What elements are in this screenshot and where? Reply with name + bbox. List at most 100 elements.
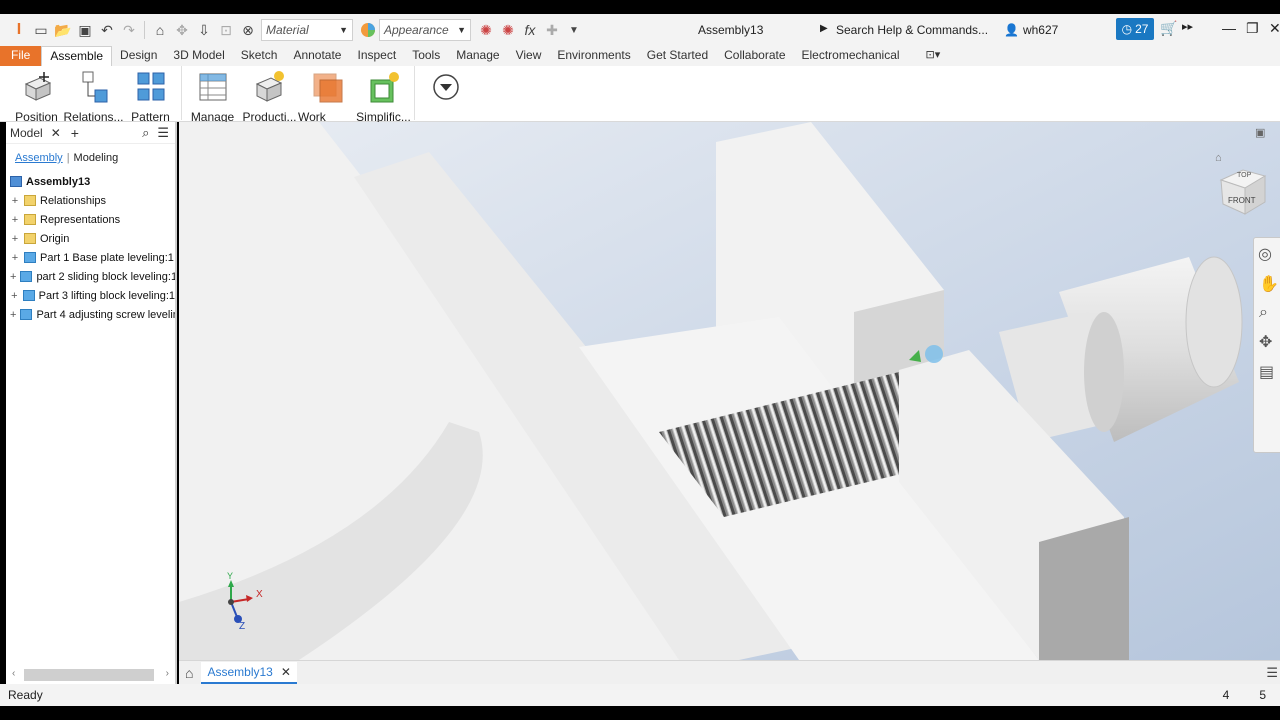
ribbon-panel: Position Relations... Pattern Manage Pro… bbox=[0, 66, 1280, 138]
steering-wheel-icon[interactable]: ◎ bbox=[1258, 244, 1280, 264]
material-dropdown[interactable]: Material ▼ bbox=[261, 19, 353, 41]
close-icon[interactable]: ✕ bbox=[1269, 20, 1280, 37]
minimize-icon[interactable]: — bbox=[1222, 20, 1236, 36]
add-icon[interactable]: + bbox=[71, 125, 79, 141]
viewcube-top-label[interactable]: TOP bbox=[1237, 172, 1251, 179]
notification-count: 27 bbox=[1135, 22, 1149, 36]
mode-modeling[interactable]: Modeling bbox=[74, 152, 119, 164]
appearance-dropdown[interactable]: Appearance ▼ bbox=[379, 19, 471, 41]
tab-file[interactable]: File bbox=[0, 46, 42, 66]
customize-icon[interactable]: ▼ bbox=[563, 19, 585, 41]
browser-title[interactable]: Model bbox=[10, 126, 43, 140]
horizontal-scrollbar[interactable]: ‹ › bbox=[6, 662, 175, 684]
expand-icon[interactable]: + bbox=[10, 252, 20, 264]
tree-item-part-3[interactable]: + Part 3 lifting block leveling:1 bbox=[6, 286, 175, 305]
parameters-icon[interactable]: fx bbox=[519, 19, 541, 41]
front-block-side bbox=[1039, 517, 1129, 660]
home-icon[interactable]: ⌂ bbox=[149, 19, 171, 41]
menu-icon[interactable]: ☰ bbox=[1266, 665, 1278, 681]
axis-triad: Y X Z bbox=[219, 571, 269, 637]
undo-icon[interactable]: ↶ bbox=[96, 19, 118, 41]
notifications-badge[interactable]: ◷ 27 bbox=[1116, 18, 1154, 40]
add-icon[interactable]: ✚ bbox=[541, 19, 563, 41]
restore-icon[interactable]: ❐ bbox=[1246, 20, 1259, 37]
pan-icon[interactable]: ✋ bbox=[1259, 274, 1280, 294]
mode-assembly[interactable]: Assembly bbox=[15, 152, 63, 164]
simplification-button[interactable]: Simplific... bbox=[355, 66, 412, 124]
highlight-shape bbox=[925, 345, 943, 363]
user-account[interactable]: 👤 wh627 ▼ bbox=[1004, 19, 1129, 41]
menu-icon[interactable]: ☰ bbox=[157, 125, 169, 141]
expand-icon[interactable]: + bbox=[10, 233, 20, 245]
tab-design[interactable]: Design bbox=[112, 46, 165, 66]
tree-root[interactable]: Assembly13 bbox=[6, 172, 175, 191]
cart-icon[interactable]: 🛒 bbox=[1160, 20, 1177, 37]
tab-annotate[interactable]: Annotate bbox=[285, 46, 349, 66]
appearance-icon[interactable] bbox=[357, 19, 379, 41]
search-input[interactable]: Search Help & Commands... bbox=[836, 19, 998, 41]
tree-item-part-1[interactable]: + Part 1 Base plate leveling:1 bbox=[6, 248, 175, 267]
lock-icon[interactable]: ⊡ bbox=[215, 19, 237, 41]
tab-tools[interactable]: Tools bbox=[404, 46, 448, 66]
scroll-left-icon[interactable]: ‹ bbox=[12, 668, 15, 679]
tab-3d-model[interactable]: 3D Model bbox=[165, 46, 232, 66]
tree-item-label: Representations bbox=[40, 213, 121, 226]
update-icon[interactable]: ⇩ bbox=[193, 19, 215, 41]
tree-item-part-4[interactable]: + Part 4 adjusting screw leveling:1 bbox=[6, 305, 175, 324]
search-icon[interactable]: ⌕ bbox=[142, 125, 149, 141]
home-icon[interactable]: ⌂ bbox=[185, 665, 193, 681]
adjust-appearance-icon[interactable]: ✺ bbox=[475, 19, 497, 41]
expand-icon[interactable]: + bbox=[10, 271, 16, 283]
ribbon-expand-button[interactable] bbox=[417, 66, 474, 122]
open-icon[interactable]: 📂 bbox=[52, 19, 74, 41]
material-icon[interactable]: ⊗ bbox=[237, 19, 259, 41]
orbit-icon[interactable]: ✥ bbox=[1259, 332, 1280, 352]
tree-item-part-2[interactable]: + part 2 sliding block leveling:1 bbox=[6, 267, 175, 286]
browser-header: Model ✕ + ⌕ ☰ bbox=[6, 122, 175, 144]
expand-icon[interactable]: + bbox=[10, 309, 16, 321]
more-icon[interactable]: ▸▸ bbox=[1182, 20, 1193, 33]
chevron-right-icon[interactable]: ▶ bbox=[820, 23, 828, 34]
tab-assemble[interactable]: Assemble bbox=[41, 46, 113, 66]
close-icon[interactable]: ✕ bbox=[281, 665, 291, 679]
tab-manage[interactable]: Manage bbox=[448, 46, 507, 66]
viewcube[interactable]: ⌂ TOP FRONT bbox=[1215, 152, 1275, 222]
pattern-button[interactable]: Pattern bbox=[122, 66, 179, 124]
ribbon-options-icon[interactable]: ⊡▾ bbox=[918, 46, 949, 66]
tab-get-started[interactable]: Get Started bbox=[639, 46, 716, 66]
tab-view[interactable]: View bbox=[508, 46, 550, 66]
tab-environments[interactable]: Environments bbox=[549, 46, 638, 66]
work-features-button[interactable]: Work Fea... bbox=[298, 66, 355, 138]
tree-item-relationships[interactable]: + Relationships bbox=[6, 191, 175, 210]
look-at-icon[interactable]: ▤ bbox=[1259, 362, 1280, 382]
graphics-viewport[interactable]: ⌂ TOP FRONT ◎ ✋ ⌕ ✥ ▤ ▣ Y X Z bbox=[179, 122, 1280, 660]
close-icon[interactable]: ✕ bbox=[51, 126, 61, 140]
expand-icon[interactable]: + bbox=[10, 290, 19, 302]
viewcube-front-label[interactable]: FRONT bbox=[1228, 196, 1256, 205]
relationships-button[interactable]: Relations... bbox=[63, 66, 124, 124]
manage-button[interactable]: Manage bbox=[184, 66, 241, 124]
scroll-thumb[interactable] bbox=[24, 669, 154, 681]
clock-icon: ◷ bbox=[1121, 22, 1133, 36]
tree-item-representations[interactable]: + Representations bbox=[6, 210, 175, 229]
save-icon[interactable]: ▣ bbox=[74, 19, 96, 41]
redo-icon[interactable]: ↷ bbox=[118, 19, 140, 41]
app-logo-icon[interactable]: I bbox=[8, 19, 30, 41]
select-icon[interactable]: ✥ bbox=[171, 19, 193, 41]
position-button[interactable]: Position bbox=[8, 66, 65, 124]
clear-appearance-icon[interactable]: ✺ bbox=[497, 19, 519, 41]
tree-item-origin[interactable]: + Origin bbox=[6, 229, 175, 248]
tab-electromechanical[interactable]: Electromechanical bbox=[794, 46, 908, 66]
expand-icon[interactable]: + bbox=[10, 214, 20, 226]
separator bbox=[181, 66, 182, 120]
scroll-right-icon[interactable]: › bbox=[166, 668, 169, 679]
viewport-layout-icon[interactable]: ▣ bbox=[1255, 126, 1265, 139]
productivity-button[interactable]: Producti... bbox=[241, 66, 298, 124]
document-tab-assembly13[interactable]: Assembly13 ✕ bbox=[201, 661, 297, 684]
tab-collaborate[interactable]: Collaborate bbox=[716, 46, 793, 66]
zoom-icon[interactable]: ⌕ bbox=[1259, 304, 1280, 322]
tab-sketch[interactable]: Sketch bbox=[233, 46, 286, 66]
new-icon[interactable]: ▭ bbox=[30, 19, 52, 41]
expand-icon[interactable]: + bbox=[10, 195, 20, 207]
tab-inspect[interactable]: Inspect bbox=[349, 46, 404, 66]
